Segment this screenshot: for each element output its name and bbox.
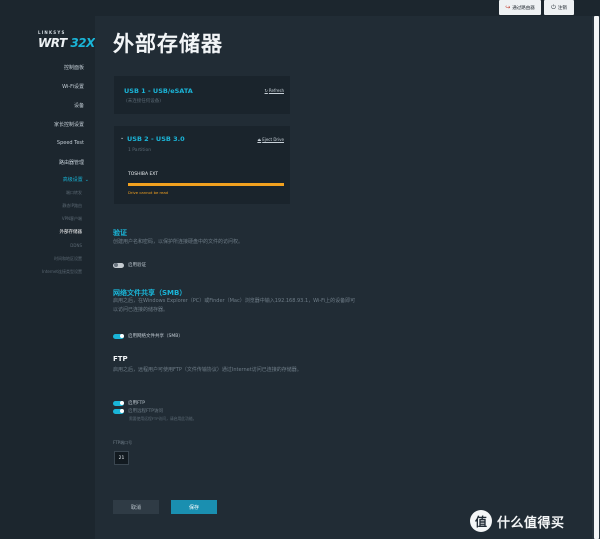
sidebar-item-wifi[interactable]: Wi-Fi设置 (62, 83, 84, 90)
router-link-button[interactable]: ↪ 通过路由器 (499, 0, 541, 15)
sidebar-sub-port-forwarding[interactable]: 端口转发 (66, 190, 82, 196)
usb1-refresh-link[interactable]: ↻ Refresh (265, 88, 284, 93)
chevron-down-icon[interactable]: ⌄ (120, 135, 124, 141)
refresh-icon: ↻ (264, 88, 268, 93)
usb1-card: USB 1 - USB/eSATA (未连接任何设备) ↻ Refresh (114, 76, 290, 114)
auth-description: 创建用户名和密码，以保护所连接硬盘中的文件的访问权。 (113, 239, 244, 245)
sidebar-sub-external-storage[interactable]: 外部存储器 (60, 229, 83, 235)
ftp-anon-hint: 需要使用远程FTP访问，请启用此功能。 (129, 416, 197, 421)
sidebar-item-advanced[interactable]: 高级设置 ⌄ (63, 176, 89, 184)
ftp-port-label: FTP端口号 (113, 440, 133, 445)
chevron-down-icon: ⌄ (84, 176, 89, 183)
usb1-status: (未连接任何设备) (126, 99, 162, 104)
watermark-logo: 值 (470, 510, 492, 532)
top-bar: ↪ 通过路由器 ⏻ 注销 (0, 0, 600, 16)
drive-name: TOSHIBA EXT (128, 172, 159, 177)
sidebar-item-devices[interactable]: 设备 (74, 102, 84, 109)
main-content: 外部存储器 USB 1 - USB/eSATA (未连接任何设备) ↻ Refr… (95, 16, 592, 539)
usb2-partitions: 1 Partition (128, 148, 152, 153)
ftp-anon-toggle[interactable] (113, 408, 124, 414)
scrollbar[interactable] (592, 16, 600, 539)
drive-usage-bar (128, 183, 284, 186)
link-icon: ↪ (505, 4, 511, 11)
power-icon: ⏻ (551, 3, 556, 11)
ftp-toggle[interactable] (113, 400, 124, 406)
linksys-logo: LINKSYS WRT 32X (38, 30, 95, 50)
ftp-anon-label: 启用远程FTP访问 (128, 409, 163, 414)
save-button[interactable]: 保存 (171, 500, 217, 514)
sidebar-item-admin[interactable]: 路由器管理 (59, 159, 84, 166)
usb2-eject-link[interactable]: ⏏ Eject Drive (257, 137, 284, 142)
auth-toggle-row: 启用验证 (113, 262, 146, 268)
drive-usage-fill (128, 183, 284, 186)
ftp-toggle-label: 启用FTP (128, 401, 145, 406)
logo-brand: LINKSYS (38, 30, 66, 35)
logo-model: WRT 32X (38, 36, 95, 50)
sidebar-item-dashboard[interactable]: 控制面板 (64, 64, 84, 71)
logout-label: 注销 (557, 5, 567, 11)
drive-warning: Drive cannot be read (128, 190, 169, 195)
smb-toggle-row: 启用网络文件共享（SMB） (113, 333, 183, 339)
smb-toggle-label: 启用网络文件共享（SMB） (128, 334, 183, 339)
watermark: 值 什么值得买 (470, 510, 565, 532)
page-title: 外部存储器 (113, 32, 223, 56)
sidebar-item-parental[interactable]: 家长控制设置 (54, 121, 84, 128)
auth-section-title: 验证 (113, 229, 127, 237)
ftp-toggle-row: 启用FTP (113, 400, 145, 406)
sidebar-sub-static-route[interactable]: 静态IP路由 (62, 203, 82, 209)
logout-button[interactable]: ⏻ 注销 (544, 0, 574, 15)
ftp-anon-toggle-row: 启用远程FTP访问 (113, 408, 163, 414)
sidebar-sub-time-region[interactable]: 时间和地区设置 (54, 256, 82, 262)
eject-icon: ⏏ (257, 137, 262, 142)
scrollbar-thumb[interactable] (593, 16, 599, 539)
usb1-title: USB 1 - USB/eSATA (124, 87, 193, 95)
ftp-port-input[interactable]: 21 (114, 451, 129, 465)
auth-toggle[interactable] (113, 262, 124, 268)
cancel-button[interactable]: 取消 (113, 500, 159, 514)
auth-toggle-label: 启用验证 (128, 263, 146, 268)
watermark-text: 什么值得买 (497, 515, 565, 531)
ftp-section-title: FTP (113, 355, 128, 363)
sidebar-sub-vpn-client[interactable]: VPN客户端 (62, 216, 82, 222)
router-link-label: 通过路由器 (512, 5, 535, 11)
sidebar-item-speedtest[interactable]: Speed Test (57, 140, 84, 146)
usb2-card: ⌄ USB 2 - USB 3.0 1 Partition ⏏ Eject Dr… (114, 126, 290, 204)
smb-description: 启用之后，在Windows Explorer（PC）或Finder（Mac）浏览… (113, 298, 356, 313)
sidebar-sub-ddns[interactable]: DDNS (70, 243, 82, 248)
sidebar-sub-internet-type[interactable]: Internet连接类型设置 (42, 269, 82, 275)
ftp-description: 启用之后，远程用户可使用FTP（文件传输协议）通过Internet访问已连接的存… (113, 367, 302, 373)
smb-toggle[interactable] (113, 333, 124, 339)
sidebar: LINKSYS WRT 32X 控制面板 Wi-Fi设置 设备 家长控制设置 S… (0, 16, 95, 539)
usb2-title: USB 2 - USB 3.0 (127, 135, 185, 143)
